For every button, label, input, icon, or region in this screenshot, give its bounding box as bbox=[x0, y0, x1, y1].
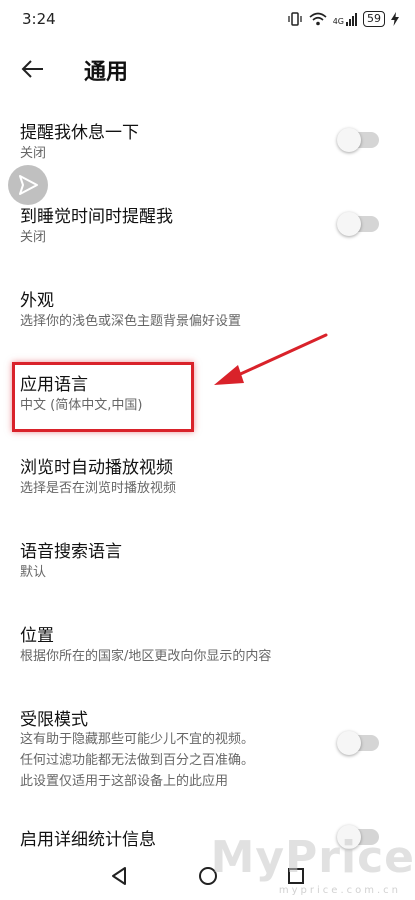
annotation-highlight-box bbox=[12, 362, 194, 432]
page-title: 通用 bbox=[84, 60, 129, 85]
setting-subtitle: 关闭 bbox=[20, 230, 47, 245]
floating-assistant-button[interactable] bbox=[8, 165, 48, 205]
back-button[interactable] bbox=[18, 54, 48, 84]
status-icons: 4G 59 bbox=[287, 11, 399, 27]
setting-title: 位置 bbox=[20, 626, 54, 646]
network-type-label: 4G bbox=[332, 16, 344, 26]
setting-title: 外观 bbox=[20, 291, 54, 311]
toggle-knob bbox=[337, 212, 361, 236]
setting-subtitle-line: 这有助于隐藏那些可能少儿不宜的视频。 bbox=[20, 732, 255, 747]
system-nav-bar bbox=[0, 850, 415, 900]
battery-indicator: 59 bbox=[363, 11, 385, 27]
nav-recents-button[interactable] bbox=[284, 864, 308, 888]
charging-icon bbox=[391, 12, 399, 26]
status-time: 3:24 bbox=[22, 10, 56, 28]
setting-subtitle: 选择是否在浏览时播放视频 bbox=[20, 481, 177, 496]
arrow-left-icon bbox=[21, 60, 43, 78]
status-bar: 3:24 4G 59 bbox=[0, 0, 415, 40]
stats-for-nerds-toggle[interactable] bbox=[337, 825, 379, 849]
setting-title: 语音搜索语言 bbox=[20, 542, 122, 562]
bedtime-reminder-toggle[interactable] bbox=[337, 212, 379, 236]
setting-location[interactable]: 位置 根据你所在的国家/地区更改向你显示的内容 bbox=[0, 621, 415, 691]
setting-subtitle: 选择你的浅色或深色主题背景偏好设置 bbox=[20, 314, 242, 329]
toggle-knob bbox=[337, 731, 361, 755]
vibrate-icon bbox=[288, 12, 302, 26]
setting-appearance[interactable]: 外观 选择你的浅色或深色主题背景偏好设置 bbox=[0, 286, 415, 356]
triangle-back-icon bbox=[112, 867, 126, 885]
setting-title: 到睡觉时间时提醒我 bbox=[20, 207, 173, 227]
toggle-knob bbox=[337, 825, 361, 849]
setting-restricted-mode[interactable]: 受限模式 这有助于隐藏那些可能少儿不宜的视频。 任何过滤功能都无法做到百分之百准… bbox=[0, 705, 415, 815]
setting-title: 浏览时自动播放视频 bbox=[20, 458, 173, 478]
signal-icon: 4G bbox=[332, 12, 357, 26]
setting-subtitle: 默认 bbox=[20, 565, 47, 580]
setting-subtitle-line: 任何过滤功能都无法做到百分之百准确。 bbox=[20, 753, 255, 768]
square-recents-icon bbox=[288, 868, 304, 884]
setting-subtitle: 关闭 bbox=[20, 146, 47, 161]
circle-home-icon bbox=[199, 867, 217, 885]
setting-bedtime-reminder[interactable]: 到睡觉时间时提醒我 关闭 bbox=[0, 202, 415, 272]
app-bar: 通用 bbox=[0, 46, 415, 92]
toggle-knob bbox=[337, 128, 361, 152]
setting-subtitle: 根据你所在的国家/地区更改向你显示的内容 bbox=[20, 649, 272, 664]
nav-back-button[interactable] bbox=[108, 864, 132, 888]
setting-voice-search-language[interactable]: 语音搜索语言 默认 bbox=[0, 537, 415, 607]
setting-title: 提醒我休息一下 bbox=[20, 123, 139, 143]
take-a-break-toggle[interactable] bbox=[337, 128, 379, 152]
setting-autoplay-videos[interactable]: 浏览时自动播放视频 选择是否在浏览时播放视频 bbox=[0, 453, 415, 523]
setting-title: 受限模式 bbox=[20, 710, 88, 730]
nav-home-button[interactable] bbox=[196, 864, 220, 888]
setting-take-a-break[interactable]: 提醒我休息一下 关闭 bbox=[0, 118, 415, 188]
setting-title: 启用详细统计信息 bbox=[20, 830, 156, 850]
send-icon bbox=[19, 175, 38, 195]
restricted-mode-toggle[interactable] bbox=[337, 731, 379, 755]
setting-subtitle-line: 此设置仅适用于这部设备上的此应用 bbox=[20, 774, 229, 789]
wifi-icon bbox=[309, 12, 327, 26]
